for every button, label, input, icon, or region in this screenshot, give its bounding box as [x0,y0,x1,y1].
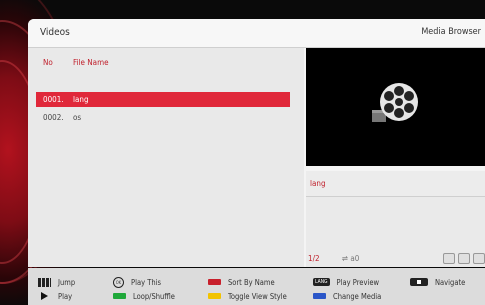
play-icon [41,292,48,300]
page-indicator: 1/2 [308,254,320,263]
legend-change-media: Change Media [313,290,381,302]
lang-key-icon: LANG [313,278,330,286]
network-icon [443,253,455,264]
usb-label: a0 [350,254,360,263]
legend-loop-shuffle: Loop/Shuffle [113,290,175,302]
legend-play-this: OK Play This [113,276,161,288]
film-reel-icon [372,83,418,122]
status-icons [443,253,485,264]
legend-sort-by-name: Sort By Name [208,276,275,288]
column-header-no: No [43,58,53,67]
ok-button-icon: OK [113,276,124,288]
window-title: Videos [40,27,70,38]
red-key-icon [208,279,221,285]
file-info-header: lang [306,171,485,197]
navigate-keys-icon [410,278,428,286]
yellow-key-icon [208,293,221,299]
legend-toggle-view-style: Toggle View Style [208,290,287,302]
app-name: Media Browser [421,27,481,37]
item-name: os [73,113,82,122]
item-number: 0001. [43,95,64,104]
list-item[interactable]: 0002. os [36,110,290,125]
item-name: lang [73,95,89,104]
repeat-icon [458,253,470,264]
item-number: 0002. [43,113,64,122]
legend-play: Play [38,290,72,302]
legend-jump: Jump [38,276,75,288]
green-key-icon [113,293,126,299]
legend-play-preview: LANG Play Preview [313,277,379,287]
usb-icon: ⇌ [342,254,349,263]
status-area: 1/2 ⇌ a0 [306,197,485,267]
blue-key-icon [313,293,326,299]
column-header-file-name: File Name [73,58,109,67]
storage-icon [473,253,485,264]
legend-navigate: Navigate [410,276,465,288]
list-item[interactable]: 0001. lang [36,92,290,107]
usb-status: ⇌ a0 [342,254,359,263]
preview-window [306,48,485,166]
media-browser-panel: Videos Media Browser No File Name 0001. … [28,19,485,267]
file-list: No File Name 0001. lang 0002. os [28,48,304,267]
number-keys-icon [38,277,51,287]
selected-file-title: lang [310,179,326,188]
title-bar: Videos Media Browser [28,19,485,48]
footer-legend: Jump Play OK Play This Loop/Shuffle Sort… [28,268,485,305]
